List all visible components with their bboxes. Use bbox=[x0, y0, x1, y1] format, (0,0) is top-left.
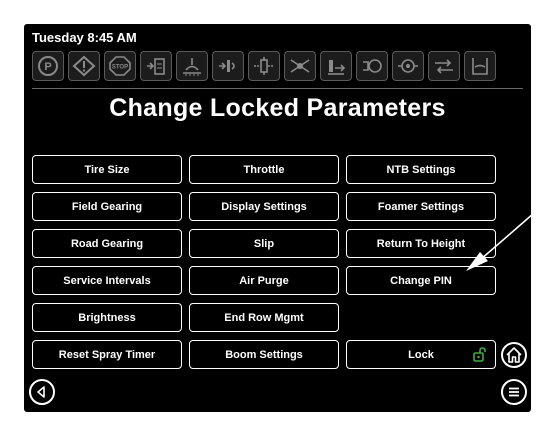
callout-pointer-arrow bbox=[466, 199, 550, 271]
